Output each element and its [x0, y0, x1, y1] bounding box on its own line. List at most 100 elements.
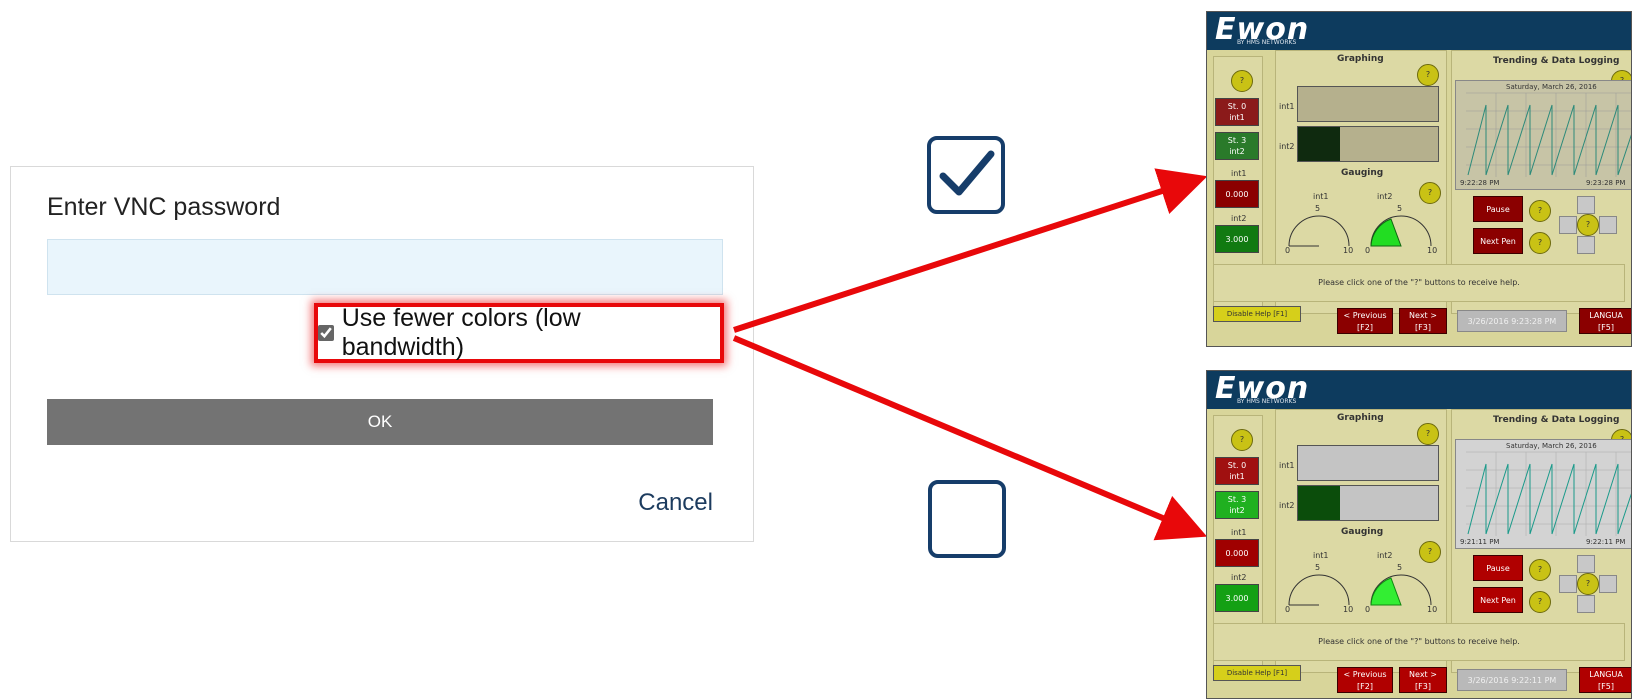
gauge-int2-label: int2	[1377, 192, 1393, 201]
pause-button[interactable]: Pause	[1473, 196, 1523, 222]
arrow-left-button[interactable]	[1559, 216, 1577, 234]
gauge1-mid: 5	[1315, 204, 1321, 213]
help-button[interactable]: ?	[1419, 541, 1441, 563]
next-button[interactable]: Next > [F3]	[1399, 667, 1447, 693]
status-st3[interactable]: St. 3 int2	[1215, 132, 1259, 160]
bar-int1	[1297, 445, 1439, 481]
help-message: Please click one of the "?" buttons to r…	[1213, 264, 1625, 302]
gauge1-min: 0	[1285, 605, 1291, 614]
int1-value: 0.000	[1215, 180, 1259, 208]
help-button[interactable]: ?	[1231, 70, 1253, 92]
gauge2-min: 0	[1365, 246, 1371, 255]
bar-int2	[1297, 126, 1439, 162]
trend-end-time: 9:23:28 PM	[1586, 179, 1626, 187]
ewon-byline: BY HMS NETWORKS	[1237, 398, 1297, 405]
gauges	[1288, 574, 1432, 606]
arrow-down-button[interactable]	[1577, 595, 1595, 613]
bar-int1-label: int1	[1279, 102, 1295, 111]
trend-chart: Saturday, March 26, 2016 9:21:11 PM 9:22…	[1455, 439, 1631, 549]
gauge-int1-label: int1	[1313, 551, 1329, 560]
int2-value: 3.000	[1215, 584, 1259, 612]
gauging-title: Gauging	[1341, 168, 1384, 178]
trending-title: Trending & Data Logging	[1493, 56, 1620, 66]
gauge2-max: 10	[1427, 246, 1438, 255]
bar-int2	[1297, 485, 1439, 521]
arrow-right-button[interactable]	[1599, 575, 1617, 593]
help-button[interactable]: ?	[1529, 559, 1551, 581]
gauge2-max: 10	[1427, 605, 1438, 614]
bar-int2-fill	[1298, 127, 1340, 161]
next-button[interactable]: Next > [F3]	[1399, 308, 1447, 334]
int2-label: int2	[1231, 573, 1247, 582]
graphing-title: Graphing	[1337, 54, 1384, 64]
trending-title: Trending & Data Logging	[1493, 415, 1620, 425]
language-button[interactable]: LANGUA [F5]	[1579, 308, 1631, 334]
graphing-title: Graphing	[1337, 413, 1384, 423]
status-st3-text: St. 3 int2	[1227, 136, 1247, 156]
trend-start-time: 9:21:11 PM	[1460, 538, 1500, 546]
help-message: Please click one of the "?" buttons to r…	[1213, 623, 1625, 661]
next-pen-button[interactable]: Next Pen	[1473, 587, 1523, 613]
status-st3-text: St. 3 int2	[1227, 495, 1247, 515]
gauge1-max: 10	[1343, 605, 1354, 614]
help-button[interactable]: ?	[1529, 232, 1551, 254]
gauge2-mid: 5	[1397, 563, 1403, 572]
status-st0-text: St. 0 int1	[1227, 102, 1247, 122]
bar-int2-fill	[1298, 486, 1340, 520]
language-button[interactable]: LANGUA [F5]	[1579, 667, 1631, 693]
next-pen-button[interactable]: Next Pen	[1473, 228, 1523, 254]
bar-int1	[1297, 86, 1439, 122]
int2-value: 3.000	[1215, 225, 1259, 253]
trend-chart: Saturday, March 26, 2016 9:22:28 PM 9:23…	[1455, 80, 1631, 190]
arrow-up-button[interactable]	[1577, 555, 1595, 573]
arrow-to-low-bandwidth-screen	[733, 168, 1208, 333]
disable-help-button[interactable]: Disable Help [F1]	[1213, 665, 1301, 681]
gauges	[1288, 215, 1432, 247]
disable-help-button[interactable]: Disable Help [F1]	[1213, 306, 1301, 322]
gauge2-min: 0	[1365, 605, 1371, 614]
help-button[interactable]: ?	[1577, 214, 1599, 236]
help-button[interactable]: ?	[1417, 423, 1439, 445]
trend-end-time: 9:22:11 PM	[1586, 538, 1626, 546]
trend-start-time: 9:22:28 PM	[1460, 179, 1500, 187]
gauge-int2-label: int2	[1377, 551, 1393, 560]
arrow-left-button[interactable]	[1559, 575, 1577, 593]
gauge-int1-label: int1	[1313, 192, 1329, 201]
help-button[interactable]: ?	[1529, 200, 1551, 222]
gauge2-mid: 5	[1397, 204, 1403, 213]
previous-button[interactable]: < Previous [F2]	[1337, 667, 1393, 693]
status-st0[interactable]: St. 0 int1	[1215, 457, 1259, 485]
bar-int2-label: int2	[1279, 142, 1295, 151]
gauging-title: Gauging	[1341, 527, 1384, 537]
ewon-byline: BY HMS NETWORKS	[1237, 39, 1297, 46]
int1-value: 0.000	[1215, 539, 1259, 567]
gauge1-mid: 5	[1315, 563, 1321, 572]
help-button[interactable]: ?	[1529, 591, 1551, 613]
help-button[interactable]: ?	[1419, 182, 1441, 204]
pause-button[interactable]: Pause	[1473, 555, 1523, 581]
arrow-up-button[interactable]	[1577, 196, 1595, 214]
gauge1-min: 0	[1285, 246, 1291, 255]
bar-int1-label: int1	[1279, 461, 1295, 470]
help-button[interactable]: ?	[1577, 573, 1599, 595]
help-button[interactable]: ?	[1231, 429, 1253, 451]
arrow-down-button[interactable]	[1577, 236, 1595, 254]
hmi-screenshot-low-bandwidth: Ewon BY HMS NETWORKS ? St. 0 int1 St. 3 in…	[1206, 11, 1632, 347]
previous-button[interactable]: < Previous [F2]	[1337, 308, 1393, 334]
gauge1-max: 10	[1343, 246, 1354, 255]
trend-lines	[1466, 92, 1631, 177]
status-st0[interactable]: St. 0 int1	[1215, 98, 1259, 126]
int2-label: int2	[1231, 214, 1247, 223]
status-st0-text: St. 0 int1	[1227, 461, 1247, 481]
trend-lines	[1466, 451, 1631, 536]
help-button[interactable]: ?	[1417, 64, 1439, 86]
status-st3[interactable]: St. 3 int2	[1215, 491, 1259, 519]
arrow-right-button[interactable]	[1599, 216, 1617, 234]
hmi-screenshot-full-color: Ewon BY HMS NETWORKS ? St. 0 int1 St. 3 in…	[1206, 370, 1632, 699]
datetime-display: 3/26/2016 9:22:11 PM	[1457, 669, 1567, 691]
arrow-to-full-color-screen	[732, 335, 1208, 541]
bar-int2-label: int2	[1279, 501, 1295, 510]
int1-label: int1	[1231, 169, 1247, 178]
datetime-display: 3/26/2016 9:23:28 PM	[1457, 310, 1567, 332]
int1-label: int1	[1231, 528, 1247, 537]
